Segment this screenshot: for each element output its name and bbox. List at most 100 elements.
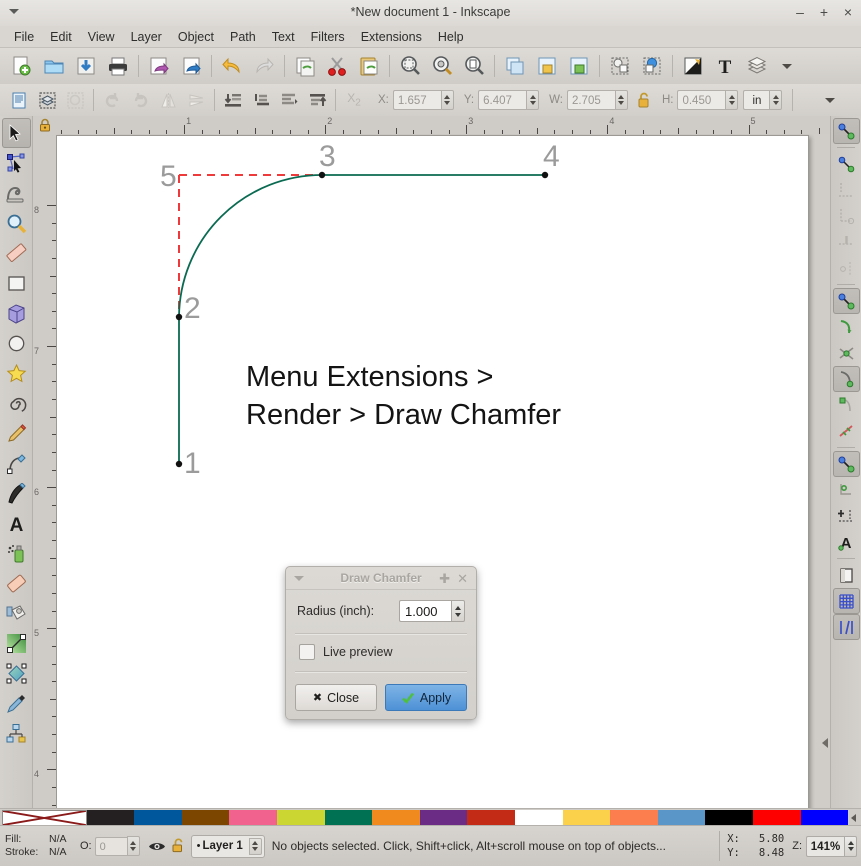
spray-tool[interactable] xyxy=(2,538,31,568)
pencil-tool[interactable] xyxy=(2,418,31,448)
swatch-4[interactable] xyxy=(229,809,277,826)
y-field-stepper[interactable] xyxy=(526,90,540,110)
color-palette[interactable] xyxy=(0,808,861,826)
snap-nodes-paths-toggle[interactable] xyxy=(832,288,860,314)
eraser-tool[interactable] xyxy=(2,568,31,598)
snap-to-paths-toggle[interactable] xyxy=(833,314,860,340)
menu-text[interactable]: Text xyxy=(264,28,303,46)
zoom-selection-button[interactable] xyxy=(395,51,425,81)
menu-edit[interactable]: Edit xyxy=(42,28,80,46)
selector-tool[interactable] xyxy=(1,118,31,148)
save-document-button[interactable] xyxy=(71,51,101,81)
fill-stroke-dialog-button[interactable] xyxy=(678,51,708,81)
vertical-ruler[interactable]: 87654 xyxy=(33,134,57,808)
print-document-button[interactable] xyxy=(103,51,133,81)
fill-stroke-indicator[interactable]: Fill: N/A Stroke: N/A xyxy=(0,833,78,859)
lower-to-bottom-button-2[interactable] xyxy=(220,87,246,113)
connector-tool[interactable] xyxy=(2,718,31,748)
zoom-drawing-button[interactable] xyxy=(427,51,457,81)
layer-stepper[interactable] xyxy=(248,837,262,855)
zoom-input[interactable]: 141% xyxy=(806,835,844,857)
zoom-tool[interactable] xyxy=(2,208,31,238)
new-document-button[interactable] xyxy=(7,51,37,81)
cut-button[interactable] xyxy=(322,51,352,81)
rotate-cw-button[interactable] xyxy=(127,87,153,113)
unit-select-stepper[interactable] xyxy=(769,90,783,110)
dialog-close-icon[interactable]: ✕ xyxy=(457,572,468,585)
menu-filters[interactable]: Filters xyxy=(303,28,353,46)
layers-dialog-button[interactable] xyxy=(742,51,772,81)
radius-input[interactable]: 1.000 xyxy=(399,600,451,622)
snap-smooth-nodes-toggle[interactable] xyxy=(833,392,860,418)
raise-button[interactable] xyxy=(276,87,302,113)
snap-line-midpoints-toggle[interactable] xyxy=(833,418,860,444)
undo-button[interactable] xyxy=(217,51,247,81)
swatch-5[interactable] xyxy=(276,809,325,826)
opacity-stepper[interactable] xyxy=(126,836,140,856)
menu-path[interactable]: Path xyxy=(222,28,264,46)
flip-vertical-button[interactable] xyxy=(183,87,209,113)
tweak-tool[interactable] xyxy=(2,178,31,208)
layer-selector[interactable]: • Layer 1 xyxy=(190,834,265,858)
close-button[interactable]: ✖ Close xyxy=(295,684,377,711)
swatch-3[interactable] xyxy=(181,809,230,826)
swatch-1[interactable] xyxy=(86,809,135,826)
swatch-7[interactable] xyxy=(372,809,420,826)
text-tool[interactable]: A xyxy=(2,508,31,538)
live-preview-row[interactable]: Live preview xyxy=(286,635,476,660)
swatch-12[interactable] xyxy=(610,809,658,826)
maximize-button[interactable]: + xyxy=(817,3,831,21)
rectangle-tool[interactable] xyxy=(2,268,31,298)
swatch-6[interactable] xyxy=(324,809,373,826)
swatch-11[interactable] xyxy=(562,809,611,826)
enable-snapping-toggle[interactable] xyxy=(832,118,860,144)
float-window-icon[interactable]: ✚ xyxy=(439,572,450,585)
radius-stepper[interactable] xyxy=(451,600,465,622)
w-field-stepper[interactable] xyxy=(614,90,628,110)
import-button[interactable] xyxy=(144,51,174,81)
affect-transform-button[interactable]: X2 xyxy=(341,87,367,113)
rotate-ccw-button[interactable] xyxy=(99,87,125,113)
tooloptions-overflow-button[interactable] xyxy=(817,87,843,113)
swatch-15[interactable] xyxy=(752,809,801,826)
w-field[interactable]: 2.705 xyxy=(566,90,615,110)
bezier-tool[interactable] xyxy=(2,448,31,478)
palette-scroll-arrow-icon[interactable] xyxy=(848,809,860,826)
paint-bucket-tool[interactable] xyxy=(2,598,31,628)
h-field[interactable]: 0.450 xyxy=(677,90,726,110)
duplicate-button[interactable] xyxy=(500,51,530,81)
dropper-tool[interactable] xyxy=(2,688,31,718)
menu-view[interactable]: View xyxy=(80,28,123,46)
live-preview-checkbox[interactable] xyxy=(299,644,315,660)
draw-chamfer-dialog[interactable]: Draw Chamfer ✚ ✕ Radius (inch): 1.000 Li… xyxy=(285,566,477,720)
mesh-tool[interactable] xyxy=(2,658,31,688)
measure-tool[interactable] xyxy=(2,238,31,268)
export-button[interactable] xyxy=(176,51,206,81)
gradient-tool[interactable] xyxy=(2,628,31,658)
star-tool[interactable] xyxy=(2,358,31,388)
zoom-stepper[interactable] xyxy=(844,835,857,857)
x-field-stepper[interactable] xyxy=(440,90,454,110)
swatch-16[interactable] xyxy=(800,809,849,826)
raise-to-top-button-2[interactable] xyxy=(304,87,330,113)
snap-others-toggle[interactable] xyxy=(832,451,860,477)
flip-horizontal-button[interactable] xyxy=(155,87,181,113)
lower-to-bottom-button[interactable] xyxy=(637,51,667,81)
redo-button[interactable] xyxy=(249,51,279,81)
snap-bbox-edge-midpoints-toggle[interactable] xyxy=(833,229,860,255)
ungroup-button[interactable] xyxy=(564,51,594,81)
text-dialog-button[interactable]: T xyxy=(710,51,740,81)
lower-button[interactable] xyxy=(248,87,274,113)
spiral-tool[interactable] xyxy=(2,388,31,418)
menu-object[interactable]: Object xyxy=(170,28,222,46)
swatch-14[interactable] xyxy=(705,809,753,826)
unit-select[interactable]: in xyxy=(743,90,770,110)
menu-extensions[interactable]: Extensions xyxy=(353,28,430,46)
swatch-none[interactable] xyxy=(2,809,87,826)
snap-bbox-edges-toggle[interactable] xyxy=(833,177,860,203)
paste-button[interactable] xyxy=(354,51,384,81)
snap-page-border-toggle[interactable] xyxy=(833,562,860,588)
snap-guides-toggle[interactable] xyxy=(832,614,860,640)
zoom-page-button[interactable] xyxy=(459,51,489,81)
snap-to-cusp-nodes-toggle[interactable] xyxy=(832,366,860,392)
